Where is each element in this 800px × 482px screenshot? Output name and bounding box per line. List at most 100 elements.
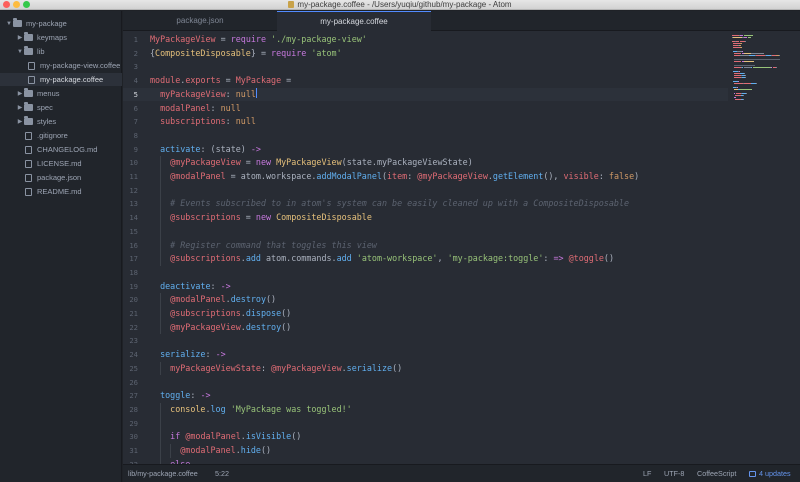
line-number: 20	[129, 295, 138, 305]
line-number: 26	[129, 377, 138, 387]
tree-file[interactable]: .gitignore	[0, 129, 122, 142]
tree-file[interactable]: CHANGELOG.md	[0, 143, 122, 156]
status-cursor-position[interactable]: 5:22	[215, 465, 229, 482]
code-token: add	[336, 253, 352, 264]
chevron-right-icon[interactable]: ▶	[16, 90, 24, 97]
minimap-token	[738, 71, 740, 72]
code-token: (state.myPackageViewState)	[341, 157, 473, 168]
chevron-right-icon[interactable]: ▶	[16, 104, 24, 111]
tree-file[interactable]: package.json	[0, 171, 122, 184]
code-token: 'atom'	[311, 47, 342, 58]
minimap-token	[758, 55, 765, 56]
minimap-token	[738, 45, 741, 46]
status-updates[interactable]: 4 updates	[749, 465, 791, 482]
minimize-window-button[interactable]	[13, 1, 20, 8]
tree-folder[interactable]: ▶ menus	[0, 87, 122, 100]
tab-package-json[interactable]: package.json	[123, 11, 277, 31]
line-number: 14	[129, 213, 138, 223]
text-editor[interactable]: 1 2 3 4 5 6 7 8 9 10 11 12 13 14 15 16 17 18 19 20 21 22 23 24 2…	[123, 31, 728, 464]
chevron-right-icon[interactable]: ▶	[16, 118, 24, 125]
code-token: log	[210, 403, 226, 414]
tree-folder[interactable]: ▶ spec	[0, 101, 122, 114]
tree-file[interactable]: my-package.coffee	[0, 73, 122, 86]
chevron-down-icon[interactable]: ▼	[5, 21, 13, 27]
minimap-token	[752, 67, 761, 68]
tree-file[interactable]: LICENSE.md	[0, 157, 122, 170]
tree-item-label: .gitignore	[37, 131, 68, 140]
code-token: # Register command that toggles this vie…	[170, 239, 377, 250]
code-token: item	[387, 171, 408, 181]
code-line: MyPackageView = require './my-package-vi…	[150, 33, 367, 47]
minimap-token	[736, 87, 738, 88]
status-encoding[interactable]: UTF-8	[664, 465, 684, 482]
code-token: =	[240, 212, 256, 223]
code-token: @subscriptions	[170, 253, 241, 264]
code-token: :	[205, 349, 216, 360]
line-number-gutter[interactable]: 1 2 3 4 5 6 7 8 9 10 11 12 13 14 15 16 17 18 19 20 21 22 23 24 2…	[123, 31, 145, 464]
code-token: activate	[160, 143, 201, 154]
window-title-text: my-package.coffee - /Users/yuqiu/github/…	[297, 0, 512, 9]
code-token: =	[240, 157, 256, 168]
minimap-token	[755, 83, 757, 84]
minimap-token	[740, 47, 742, 48]
tree-item-label: package.json	[37, 173, 82, 182]
tree-item-label: keymaps	[37, 33, 68, 42]
tree-folder[interactable]: ▼ lib	[0, 45, 122, 58]
minimap[interactable]	[728, 31, 800, 464]
tree-folder[interactable]: ▶ keymaps	[0, 31, 122, 44]
minimap-token	[734, 75, 741, 76]
file-icon	[25, 159, 32, 168]
zoom-window-button[interactable]	[23, 1, 30, 8]
minimap-token	[740, 43, 742, 44]
line-number: 31	[129, 446, 138, 455]
code-line: @modalPanel.destroy()	[150, 293, 276, 307]
tree-item-label: README.md	[37, 187, 82, 196]
chevron-right-icon[interactable]: ▶	[16, 34, 24, 41]
code-token: hide	[240, 445, 261, 455]
code-token: : (state)	[200, 143, 251, 154]
tree-file[interactable]: README.md	[0, 185, 122, 198]
code-line: @modalPanel = atom.workspace.addModalPan…	[150, 170, 639, 184]
minimap-token	[740, 89, 752, 90]
code-line: subscriptions: null	[150, 115, 256, 129]
minimap-token	[734, 67, 741, 68]
minimap-token	[738, 81, 739, 82]
code-token: 'my-package:toggle'	[447, 253, 544, 264]
status-line-ending[interactable]: LF	[643, 465, 651, 482]
code-token: destroy	[245, 321, 282, 332]
line-number: 27	[129, 391, 138, 401]
tab-my-package-coffee[interactable]: my-package.coffee	[277, 11, 431, 31]
code-token: =	[215, 34, 231, 44]
status-file-path[interactable]: lib/my-package.coffee	[128, 465, 198, 482]
file-icon	[25, 131, 32, 140]
status-grammar[interactable]: CoffeeScript	[697, 465, 736, 482]
file-icon	[25, 187, 32, 196]
code-token: destroy	[230, 294, 266, 305]
tree-item-label: spec	[37, 103, 53, 112]
folder-icon	[24, 116, 33, 125]
code-token: CompositeDisposable	[155, 47, 251, 58]
window-controls	[3, 1, 30, 8]
minimap-token	[743, 37, 747, 38]
tree-file[interactable]: my-package-view.coffee	[0, 59, 122, 72]
close-window-button[interactable]	[3, 1, 10, 8]
folder-icon	[13, 18, 22, 27]
code-line: @myPackageView = new MyPackageView(state…	[150, 156, 473, 170]
tree-folder[interactable]: ▶ styles	[0, 115, 122, 128]
tree-folder[interactable]: ▼ my-package	[0, 17, 122, 30]
tab-bar: package.json my-package.coffee	[123, 11, 800, 31]
folder-icon	[24, 46, 33, 55]
code-token: @myPackageView	[170, 157, 241, 168]
chevron-down-icon[interactable]: ▼	[16, 49, 24, 55]
